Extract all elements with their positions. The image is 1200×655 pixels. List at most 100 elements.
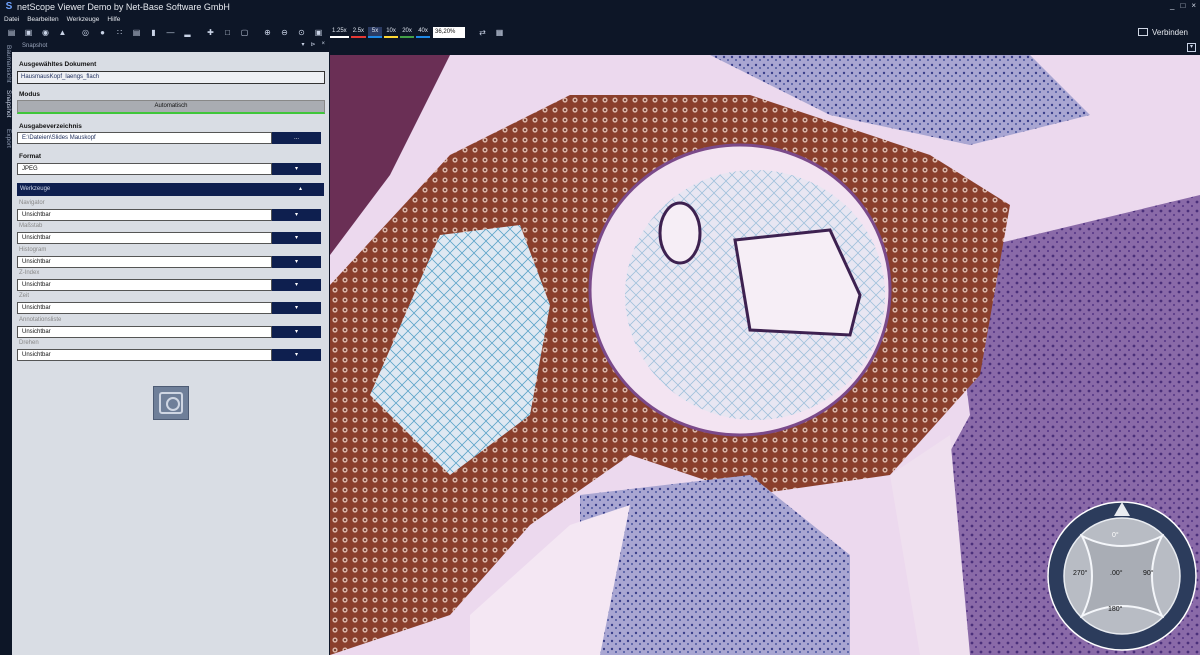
camera-icon — [159, 392, 183, 414]
compass-label-0: 0° — [1112, 532, 1119, 539]
tool-value: Unsichtbar — [17, 232, 272, 244]
comment-icon[interactable]: □ — [222, 27, 233, 38]
tool-label-drehen: Drehen — [19, 340, 39, 346]
tool-value: Unsichtbar — [17, 326, 272, 338]
circle-icon[interactable]: ● — [97, 27, 108, 38]
menu-werkzeuge[interactable]: Werkzeuge — [67, 16, 100, 23]
panel-close-icon[interactable]: × — [321, 41, 325, 48]
chevron-down-icon[interactable]: ▾ — [272, 279, 321, 291]
format-value: JPEG — [17, 163, 272, 175]
menu-hilfe[interactable]: Hilfe — [107, 16, 120, 23]
close-button[interactable]: × — [1191, 1, 1196, 10]
connect-button[interactable]: Verbinden — [1137, 26, 1188, 38]
viewer-menu-icon[interactable]: ▾ — [1187, 43, 1196, 52]
window-title: netScope Viewer Demo by Net-Base Softwar… — [17, 2, 230, 12]
chevron-down-icon[interactable]: ▾ — [272, 302, 321, 314]
eye-icon[interactable]: ◎ — [80, 27, 91, 38]
tab-snapshot[interactable]: Snapshot — [0, 86, 12, 122]
chevron-down-icon[interactable]: ▾ — [272, 163, 321, 175]
tool-dropdown-z-index[interactable]: Unsichtbar ▾ — [17, 279, 321, 291]
output-dir-field[interactable]: E:\Dateien\Slides Mauskopf — [17, 132, 272, 144]
zoom-preset-2-5x[interactable]: 2.5x — [350, 27, 367, 38]
tool-value: Unsichtbar — [17, 349, 272, 361]
tool-dropdown-massstab[interactable]: Unsichtbar ▾ — [17, 232, 321, 244]
format-dropdown[interactable]: JPEG ▾ — [17, 163, 321, 175]
side-tab-strip: Baumansicht Snapshot Export — [0, 40, 12, 655]
viewer-header: ▾ — [330, 40, 1200, 55]
window-controls: _ □ × — [1170, 1, 1196, 10]
panel-header: Snapshot ▾ ⊳ × — [12, 40, 329, 52]
tools-section-label: Werkzeuge — [20, 186, 51, 192]
title-bar: S netScope Viewer Demo by Net-Base Softw… — [0, 0, 1200, 14]
take-snapshot-button[interactable] — [153, 386, 189, 420]
compass-label-center: .00° — [1110, 570, 1123, 577]
chevron-up-icon: ▴ — [298, 186, 302, 192]
zoom-preset-5x[interactable]: 5x — [368, 26, 383, 38]
chevron-down-icon[interactable]: ▾ — [272, 209, 321, 221]
export-icon[interactable]: ▲ — [57, 27, 68, 38]
selected-doc-label: Ausgewähltes Dokument — [19, 61, 97, 68]
compass-label-180: 180° — [1108, 606, 1123, 613]
output-dir-label: Ausgabeverzeichnis — [19, 123, 82, 130]
zoom-presets: 1.25x 2.5x 5x 10x 20x 40x — [330, 26, 431, 38]
save-icon[interactable]: ▣ — [23, 27, 34, 38]
toolbar: ▤ ▣ ◉ ▲ ◎ ● ∷ ▤ ▮ — ▂ ✚ □ ▢ ⊕ ⊖ ⊙ ▣ 1.25… — [0, 24, 1200, 40]
swap-icon[interactable]: ⇄ — [477, 27, 488, 38]
tool-dropdown-drehen[interactable]: Unsichtbar ▾ — [17, 349, 321, 361]
trash-icon[interactable]: ▮ — [148, 27, 159, 38]
tile-icon[interactable]: ▦ — [494, 27, 505, 38]
zoom-preset-40x[interactable]: 40x — [416, 27, 431, 38]
tool-value: Unsichtbar — [17, 279, 272, 291]
chevron-down-icon[interactable]: ▾ — [272, 349, 321, 361]
zoom-preset-20x[interactable]: 20x — [400, 27, 415, 38]
camera-icon[interactable]: ◉ — [40, 27, 51, 38]
tool-value: Unsichtbar — [17, 256, 272, 268]
open-folder-icon[interactable]: ▤ — [6, 27, 17, 38]
tool-dropdown-zeit[interactable]: Unsichtbar ▾ — [17, 302, 321, 314]
tool-label-annotationsliste: Annotationsliste — [19, 317, 62, 323]
tab-export[interactable]: Export — [0, 124, 12, 152]
tool-label-zeit: Zeit — [19, 293, 30, 299]
zoom-out-icon[interactable]: ⊖ — [279, 27, 290, 38]
minimize-button[interactable]: _ — [1170, 1, 1174, 10]
crosshair-icon[interactable]: ✚ — [205, 27, 216, 38]
zoom-in-icon[interactable]: ⊕ — [262, 27, 273, 38]
panel-pin-icon[interactable]: ⊳ — [310, 41, 315, 48]
tools-section-header[interactable]: Werkzeuge ▴ — [17, 183, 324, 196]
output-dir-row: E:\Dateien\Slides Mauskopf ... — [17, 132, 321, 144]
tool-dropdown-histogram[interactable]: Unsichtbar ▾ — [17, 256, 321, 268]
zoom-preset-1-25x[interactable]: 1.25x — [330, 27, 349, 38]
browse-button[interactable]: ... — [272, 132, 321, 144]
tab-baumansicht[interactable]: Baumansicht — [0, 44, 12, 84]
tool-dropdown-navigator[interactable]: Unsichtbar ▾ — [17, 209, 321, 221]
zoom-preset-10x[interactable]: 10x — [384, 27, 399, 38]
mode-label: Modus — [19, 91, 40, 98]
tool-dropdown-annotationsliste[interactable]: Unsichtbar ▾ — [17, 326, 321, 338]
maximize-button[interactable]: □ — [1180, 1, 1185, 10]
rotation-compass[interactable]: 0° 270° .00° 90° 180° — [1046, 500, 1198, 652]
fullscreen-icon[interactable]: ▣ — [313, 27, 324, 38]
minus-icon[interactable]: — — [165, 27, 176, 38]
rectangle-icon[interactable]: ▢ — [239, 27, 250, 38]
menu-datei[interactable]: Datei — [4, 16, 19, 23]
grid-icon[interactable]: ∷ — [114, 27, 125, 38]
selected-doc-field[interactable]: HausmausKopf_laengs_flach — [17, 71, 325, 84]
zoom-fit-icon[interactable]: ⊙ — [296, 27, 307, 38]
layers-icon[interactable]: ▤ — [131, 27, 142, 38]
tool-value: Unsichtbar — [17, 302, 272, 314]
zoom-value-field[interactable]: 36,20% — [433, 26, 466, 38]
connect-icon — [1137, 28, 1148, 36]
chevron-down-icon[interactable]: ▾ — [272, 326, 321, 338]
connect-label: Verbinden — [1151, 27, 1188, 37]
mode-automatic-button[interactable]: Automatisch — [17, 100, 325, 114]
panel-menu-icon[interactable]: ▾ — [301, 41, 304, 48]
signal-icon[interactable]: ▂ — [182, 27, 193, 38]
compass-label-90: 90° — [1143, 570, 1154, 577]
tool-label-navigator: Navigator — [19, 200, 45, 206]
chevron-down-icon[interactable]: ▾ — [272, 232, 321, 244]
menu-bearbeiten[interactable]: Bearbeiten — [27, 16, 58, 23]
tool-label-z-index: Z-Index — [19, 270, 40, 276]
tool-value: Unsichtbar — [17, 209, 272, 221]
chevron-down-icon[interactable]: ▾ — [272, 256, 321, 268]
panel-title: Snapshot — [22, 43, 48, 49]
